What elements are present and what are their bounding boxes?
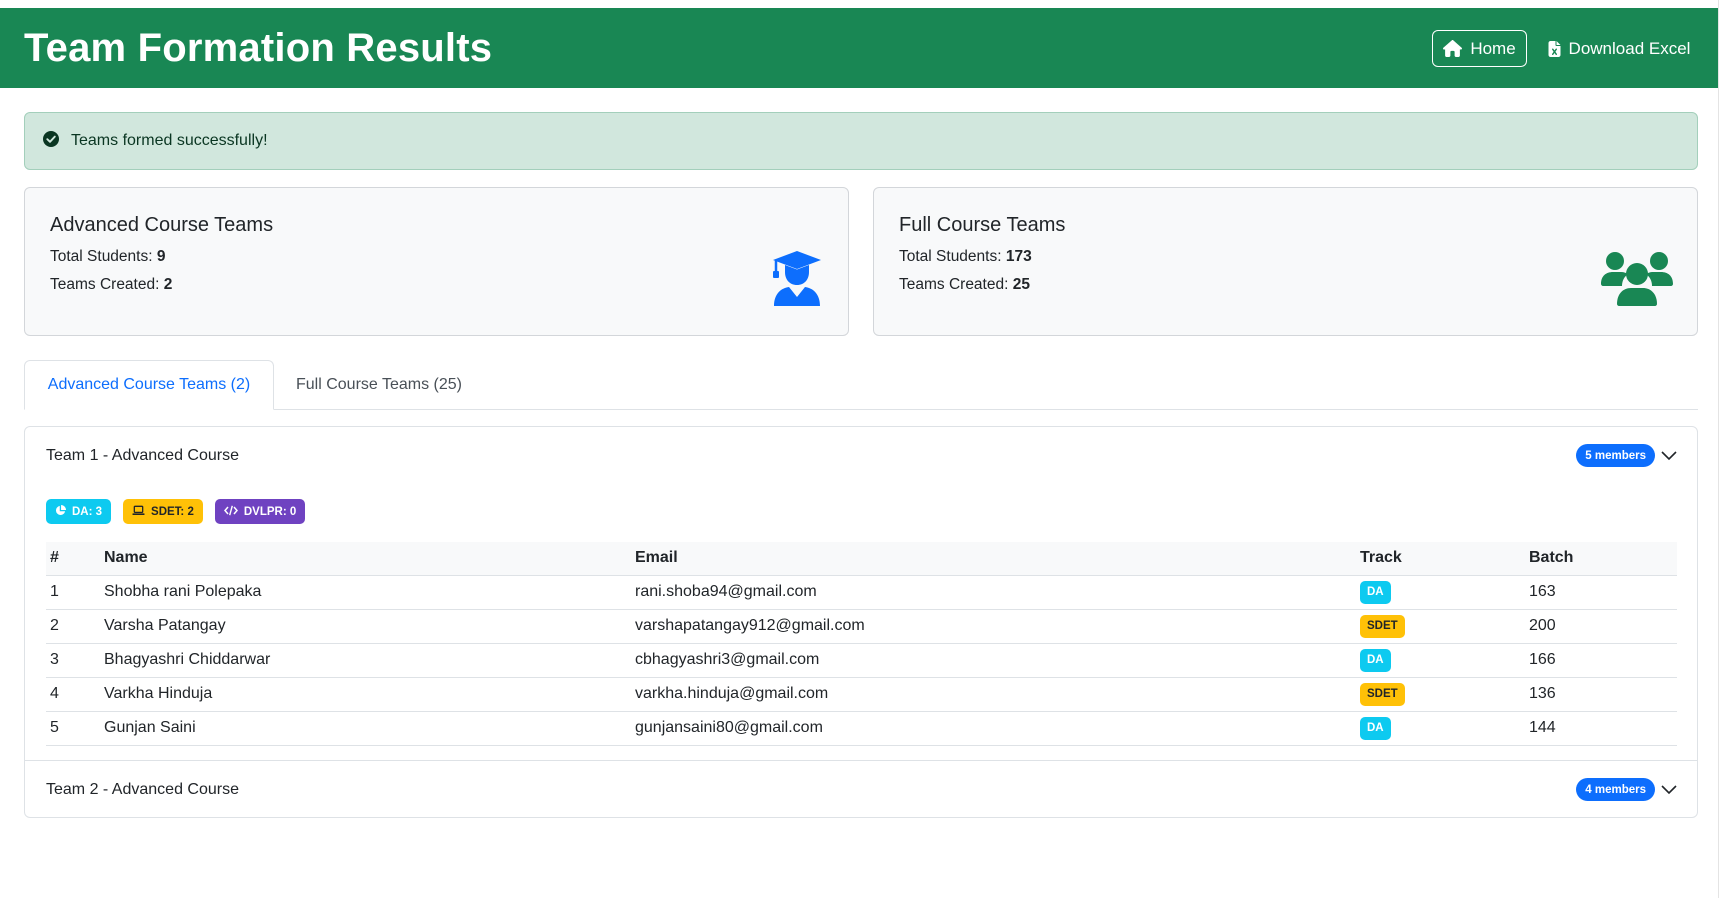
member-name: Varkha Hinduja [100,677,631,712]
member-batch: 144 [1525,711,1677,746]
advanced-students-value: 9 [156,248,166,265]
member-batch: 163 [1525,575,1677,610]
advanced-teams-label: Teams Created: [50,276,164,293]
alert-message: Teams formed successfully! [71,132,268,149]
full-teams-value: 25 [1012,276,1030,293]
header-bar: Team Formation Results Home Download Exc… [0,8,1718,88]
sdet-count-badge: SDET: 2 [123,499,203,524]
row-number: 1 [46,575,100,610]
team-1-members-badge: 5 members [1576,444,1655,467]
home-button-label: Home [1470,38,1516,58]
sdet-count-label: SDET: 2 [151,505,194,518]
da-count-badge: DA: 3 [46,499,112,524]
member-name: Shobha rani Polepaka [100,575,631,610]
track-badge: DA [1360,716,1391,740]
column-header-track: Track [1356,542,1525,576]
table-row: 3 Bhagyashri Chiddarwar cbhagyashri3@gma… [46,643,1677,678]
window-edge [1718,0,1725,898]
member-email: varshapatangay912@gmail.com [631,609,1356,644]
member-name: Gunjan Saini [100,711,631,746]
team-2-title: Team 2 - Advanced Course [46,781,239,798]
course-tabs: Advanced Course Teams (2) Full Course Te… [24,360,1698,410]
member-email: gunjansaini80@gmail.com [631,711,1356,746]
team-1-members-table: # Name Email Track Batch 1 Shobha rani P… [46,542,1677,746]
home-button[interactable]: Home [1432,30,1527,67]
row-number: 5 [46,711,100,746]
member-batch: 136 [1525,677,1677,712]
graduate-icon [772,250,822,311]
team-1-title: Team 1 - Advanced Course [46,447,239,464]
advanced-students-label: Total Students: [50,248,157,265]
advanced-teams-value: 2 [163,276,173,293]
track-badge: DA [1360,580,1391,604]
tab-advanced-course[interactable]: Advanced Course Teams (2) [24,360,274,410]
dvlpr-count-badge: DVLPR: 0 [214,499,306,524]
column-header-email: Email [631,542,1356,576]
full-total-students: Total Students: 173 [899,248,1032,266]
member-email: varkha.hinduja@gmail.com [631,677,1356,712]
row-number: 2 [46,609,100,644]
column-header-name: Name [100,542,631,576]
chevron-up-icon [1661,448,1677,466]
table-row: 5 Gunjan Saini gunjansaini80@gmail.com D… [46,711,1677,746]
check-circle-icon [43,130,59,152]
tab-full-course[interactable]: Full Course Teams (25) [274,360,484,410]
row-number: 4 [46,677,100,712]
page: Team Formation Results Home Download Exc… [0,0,1725,898]
track-badge: SDET [1360,614,1405,638]
full-students-value: 173 [1005,248,1032,265]
advanced-total-students: Total Students: 9 [50,248,165,266]
member-name: Varsha Patangay [100,609,631,644]
member-track: DA [1356,711,1525,746]
team-1-header[interactable]: Team 1 - Advanced Course 5 members [25,427,1697,485]
users-icon [1601,250,1673,311]
full-summary-card: Full Course Teams Total Students: 173 Te… [873,187,1698,336]
home-icon [1443,40,1463,57]
full-card-title: Full Course Teams [899,214,1066,236]
file-excel-icon [1548,40,1561,57]
table-row: 4 Varkha Hinduja varkha.hinduja@gmail.co… [46,677,1677,712]
chevron-down-icon [1661,782,1677,800]
column-header-number: # [46,542,100,576]
code-icon [223,505,238,519]
table-header-row: # Name Email Track Batch [46,542,1677,576]
member-track: SDET [1356,609,1525,644]
table-row: 1 Shobha rani Polepaka rani.shoba94@gmai… [46,575,1677,610]
full-teams-created: Teams Created: 25 [899,276,1030,294]
member-email: cbhagyashri3@gmail.com [631,643,1356,678]
track-badge: SDET [1360,682,1405,706]
advanced-teams-created: Teams Created: 2 [50,276,172,294]
download-excel-label: Download Excel [1568,38,1691,58]
advanced-card-title: Advanced Course Teams [50,214,274,236]
advanced-summary-card: Advanced Course Teams Total Students: 9 … [24,187,849,336]
member-email: rani.shoba94@gmail.com [631,575,1356,610]
team-2-header[interactable]: Team 2 - Advanced Course 4 members [25,760,1697,818]
row-number: 3 [46,643,100,678]
full-teams-label: Teams Created: [899,276,1013,293]
member-track: DA [1356,575,1525,610]
column-header-batch: Batch [1525,542,1677,576]
chart-pie-icon [55,504,66,519]
full-students-label: Total Students: [899,248,1006,265]
team-2-members-badge: 4 members [1576,778,1655,801]
dvlpr-count-label: DVLPR: 0 [243,505,297,518]
teams-accordion: Team 1 - Advanced Course 5 members DA: 3… [24,426,1698,818]
team-1-track-counts: DA: 3 SDET: 2 DVLPR: 0 [46,499,306,524]
da-count-label: DA: 3 [72,505,103,518]
table-row: 2 Varsha Patangay varshapatangay912@gmai… [46,609,1677,644]
track-badge: DA [1360,648,1391,672]
page-title: Team Formation Results [24,26,493,70]
member-name: Bhagyashri Chiddarwar [100,643,631,678]
member-track: DA [1356,643,1525,678]
member-batch: 200 [1525,609,1677,644]
laptop-icon [132,505,145,519]
member-track: SDET [1356,677,1525,712]
member-batch: 166 [1525,643,1677,678]
download-excel-button[interactable]: Download Excel [1540,30,1698,67]
success-alert: Teams formed successfully! [24,112,1698,170]
